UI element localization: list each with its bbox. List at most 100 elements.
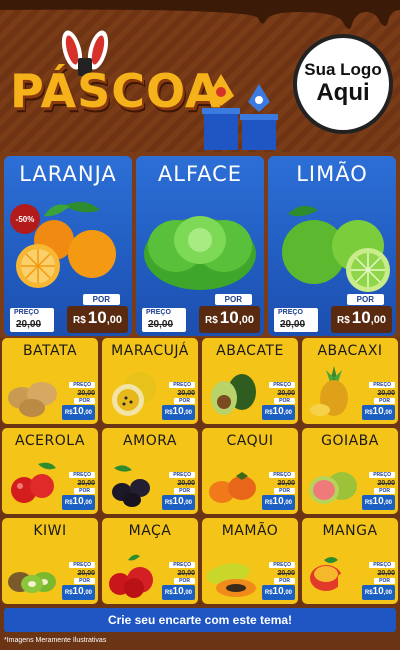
price-cents: ,00 (283, 500, 292, 506)
product-name: ACEROLA (15, 433, 85, 449)
old-price: 20,00 (377, 480, 395, 487)
product-name: CAQUI (226, 433, 274, 449)
preco-label: PREÇO (369, 472, 395, 478)
price-tag: PREÇO 20,00 POR R$10,00 (61, 472, 95, 510)
price-cents: ,00 (383, 410, 392, 416)
pineapple-icon (310, 366, 348, 416)
preco-label: PREÇO (146, 309, 171, 316)
product-card-kiwi[interactable]: KIWI PREÇO 20,00 POR R$10,00 (2, 518, 98, 604)
product-card-manga[interactable]: MANGA PREÇO 20,00 POR R$10,00 (302, 518, 398, 604)
price-tag: PREÇO 20,00 POR R$10,00 (161, 562, 195, 600)
price-cents: ,00 (383, 500, 392, 506)
price-tag: PREÇO 20,00 POR R$10,00 (361, 472, 395, 510)
price-integer: 10 (272, 406, 284, 417)
price-tag: PREÇO 20,00 POR R$10,00 (261, 472, 295, 510)
old-price: 20,00 (77, 480, 95, 487)
price-tag: PREÇO 20,00 POR R$10,00 (161, 472, 195, 510)
product-card-acerola[interactable]: ACEROLA PREÇO 20,00 POR R$10,00 (2, 428, 98, 514)
preco-label: PREÇO (69, 472, 95, 478)
preco-label: PREÇO (369, 382, 395, 388)
cta-banner[interactable]: Crie seu encarte com este tema! (4, 608, 396, 632)
featured-card-alface[interactable]: ALFACE POR PREÇO 20,00 R$ 10,00 (136, 156, 264, 336)
current-price: R$10,00 (66, 306, 128, 333)
potato-icon (8, 382, 57, 417)
old-price: 20,00 (277, 570, 295, 577)
price-tag: PREÇO 20,00 POR R$10,00 (361, 562, 395, 600)
lime-icon (282, 205, 390, 292)
preco-label: PREÇO (169, 472, 195, 478)
apple-icon (109, 554, 153, 598)
old-price-box: PREÇO 20,00 (10, 308, 54, 332)
price-integer: 10 (172, 406, 184, 417)
featured-card-laranja[interactable]: LARANJA -50% POR PREÇO 20,00 R$ 10,00 (4, 156, 132, 336)
currency: R$ (64, 410, 73, 416)
old-price: 20,00 (77, 570, 95, 577)
price-tag: PREÇO 20,00 POR R$10,00 (261, 562, 295, 600)
product-name: BATATA (22, 343, 78, 359)
product-card-batata[interactable]: BATATA PREÇO 20,00 POR R$10,00 (2, 338, 98, 424)
price-integer: 10 (272, 586, 284, 597)
old-price: 20,00 (177, 570, 195, 577)
price-cents: ,00 (183, 410, 192, 416)
preco-label: PREÇO (269, 472, 295, 478)
product-card-maca[interactable]: MAÇA PREÇO 20,00 POR R$10,00 (102, 518, 198, 604)
current-price: R$10,00 (261, 495, 295, 510)
price-cents: ,00 (106, 314, 122, 326)
blackberry-icon (112, 465, 150, 507)
currency: R$ (364, 590, 373, 596)
price-cents: ,00 (283, 590, 292, 596)
por-label: POR (74, 398, 95, 404)
product-name: MANGA (322, 523, 378, 539)
preco-label: PREÇO (269, 562, 295, 568)
currency: R$ (264, 500, 273, 506)
old-price-box: PREÇO 20,00 (274, 308, 318, 332)
kiwi-icon (8, 572, 56, 593)
preco-label: PREÇO (369, 562, 395, 568)
price-cents: ,00 (283, 410, 292, 416)
currency: R$ (164, 590, 173, 596)
preco-label: PREÇO (14, 309, 39, 316)
old-price: 20,00 (280, 319, 306, 330)
logo-line-1: Sua Logo (304, 60, 382, 80)
product-name: ABACATE (216, 343, 284, 359)
currency: R$ (264, 410, 273, 416)
price-integer: 10 (351, 308, 371, 327)
featured-card-limao[interactable]: LIMÃO POR PREÇO 20,00 R$ 10,00 (268, 156, 396, 336)
product-card-goiaba[interactable]: GOIABA PREÇO 20,00 POR R$10,00 (302, 428, 398, 514)
product-card-amora[interactable]: AMORA PREÇO 20,00 POR R$10,00 (102, 428, 198, 514)
price-integer: 10 (372, 496, 384, 507)
por-label: POR (174, 398, 195, 404)
product-card-mamao[interactable]: MAMÃO PREÇO 20,00 POR R$10,00 (202, 518, 298, 604)
price-integer: 10 (72, 406, 84, 417)
price-cents: ,00 (370, 314, 386, 326)
current-price: R$10,00 (261, 405, 295, 420)
price-tag: PREÇO 20,00 POR R$10,00 (361, 382, 395, 420)
por-label: POR (274, 398, 295, 404)
price-integer: 10 (372, 406, 384, 417)
price-integer: 10 (172, 496, 184, 507)
header-banner: PÁSCOA Sua Logo Aqui (0, 0, 400, 152)
disclaimer-note: *Imagens Meramente Ilustrativas (4, 637, 107, 644)
store-logo-placeholder[interactable]: Sua Logo Aqui (293, 34, 393, 134)
price-integer: 10 (172, 586, 184, 597)
old-price: 20,00 (77, 390, 95, 397)
por-label: POR (174, 488, 195, 494)
price-cents: ,00 (83, 590, 92, 596)
por-label: POR (374, 488, 395, 494)
product-card-abacate[interactable]: ABACATE PREÇO 20,00 POR R$10,00 (202, 338, 298, 424)
current-price: R$10,00 (61, 585, 95, 600)
current-price: R$10,00 (161, 495, 195, 510)
product-card-abacaxi[interactable]: ABACAXI PREÇO 20,00 POR R$10,00 (302, 338, 398, 424)
old-price: 20,00 (16, 319, 42, 330)
currency: R$ (164, 410, 173, 416)
product-name: MAÇA (128, 523, 172, 539)
preco-label: PREÇO (269, 382, 295, 388)
product-card-caqui[interactable]: CAQUI PREÇO 20,00 POR R$10,00 (202, 428, 298, 514)
currency: R$ (336, 315, 350, 326)
product-card-maracuja[interactable]: MARACUJÁ PREÇO 20,00 POR R$10,00 (102, 338, 198, 424)
por-label: POR (274, 488, 295, 494)
product-name: KIWI (33, 523, 67, 539)
product-name: ALFACE (157, 162, 243, 186)
persimmon-icon (209, 472, 256, 503)
currency: R$ (204, 315, 218, 326)
